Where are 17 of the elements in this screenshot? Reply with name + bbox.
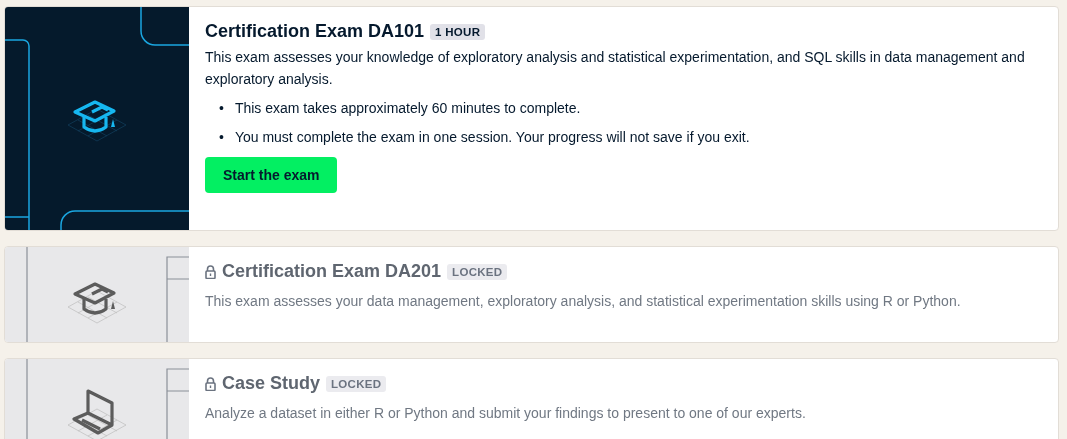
status-badge: LOCKED (326, 375, 387, 392)
status-badge: 1 HOUR (430, 23, 486, 40)
card-title: Case Study (222, 373, 321, 394)
bullet-marker: • (219, 99, 224, 118)
lock-icon (205, 264, 216, 279)
bullet-marker: • (219, 128, 224, 147)
bullet-item: You must complete the exam in one session. Your progress will not save if you exit. (234, 128, 750, 147)
card-description: This exam assesses your knowledge of exploratory analysis and statistical experimentation, and SQL skills in data management and exploratory analysis. (205, 48, 1026, 89)
card-title: Certification Exam DA201 (222, 261, 442, 282)
card-description: Analyze a dataset in either R or Python and submit your findings to present to one of our experts. (205, 404, 807, 423)
status-badge: LOCKED (447, 263, 508, 280)
card-description: This exam assesses your data management, exploratory analysis, and statistical experimentation skills using R or Python. (205, 292, 962, 311)
bullet-item: This exam takes approximately 60 minutes to complete. (234, 99, 581, 118)
lock-icon (205, 376, 216, 391)
card-title: Certification Exam DA101 (205, 21, 425, 42)
laptop-icon (68, 389, 126, 439)
start-exam-button[interactable]: Start the exam (205, 157, 338, 193)
